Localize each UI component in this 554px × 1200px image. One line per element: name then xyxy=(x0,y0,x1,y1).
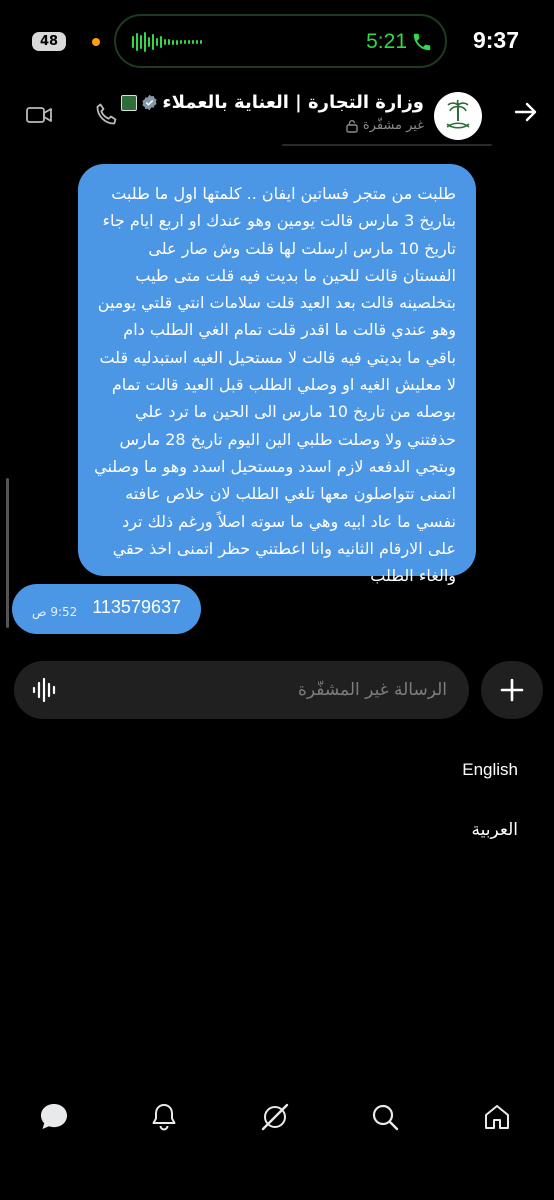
contact-name: وزارة التجارة | العناية بالعملاء xyxy=(162,92,424,113)
back-arrow-icon[interactable] xyxy=(512,98,540,126)
add-attachment-button[interactable] xyxy=(481,661,543,719)
message-text-number: 113579637 xyxy=(92,597,181,617)
flag-icon xyxy=(121,94,138,111)
clock: 9:37 xyxy=(472,27,519,53)
message-input[interactable] xyxy=(87,661,447,719)
nav-notifications[interactable] xyxy=(147,1100,181,1134)
lock-icon xyxy=(346,119,358,133)
phone-icon[interactable] xyxy=(92,100,122,130)
phone-call-icon xyxy=(413,33,431,51)
message-timestamp: 9:52 ص xyxy=(32,605,78,619)
voice-message-icon[interactable] xyxy=(31,677,57,703)
call-duration: 5:21 xyxy=(366,30,407,53)
scrollbar[interactable] xyxy=(6,478,9,628)
encryption-status: غير مشفّرة xyxy=(345,118,424,133)
nav-home[interactable] xyxy=(480,1100,514,1134)
waveform-icon xyxy=(132,32,202,52)
message-text: طلبت من متجر فساتين ايفان .. كلمتها اول … xyxy=(94,184,456,586)
header-divider xyxy=(282,144,492,146)
search-icon xyxy=(372,1104,399,1131)
message-bubble[interactable]: طلبت من متجر فساتين ايفان .. كلمتها اول … xyxy=(78,164,476,585)
status-bar: 48 5:21 9:37 xyxy=(0,0,554,80)
ministry-logo[interactable] xyxy=(434,92,482,140)
messages-icon xyxy=(41,1104,67,1129)
nav-search[interactable] xyxy=(368,1100,402,1134)
bottom-navigation xyxy=(0,1090,554,1146)
home-icon xyxy=(485,1105,509,1129)
camera-in-use-dot xyxy=(92,38,100,46)
dynamic-island-call[interactable]: 5:21 xyxy=(114,14,447,68)
language-option-arabic[interactable]: العربية xyxy=(472,820,518,840)
palm-swords-emblem-icon xyxy=(446,99,470,129)
nav-grok[interactable] xyxy=(258,1100,292,1134)
conversation-header: وزارة التجارة | العناية بالعملاء غير مشف… xyxy=(0,80,554,150)
encryption-label: غير مشفّرة xyxy=(362,118,424,133)
battery-indicator: 48 xyxy=(32,32,66,51)
message-bubble-short[interactable]: 113579637 9:52 ص xyxy=(12,584,201,634)
plus-icon xyxy=(500,678,524,702)
notifications-icon xyxy=(152,1104,176,1131)
language-option-english[interactable]: English xyxy=(462,760,518,780)
composer xyxy=(14,661,469,719)
nav-messages[interactable] xyxy=(37,1100,71,1134)
contact-name-row[interactable]: وزارة التجارة | العناية بالعملاء xyxy=(121,92,424,113)
grok-icon xyxy=(261,1103,289,1131)
video-icon[interactable] xyxy=(24,100,54,130)
verified-icon xyxy=(142,94,157,111)
